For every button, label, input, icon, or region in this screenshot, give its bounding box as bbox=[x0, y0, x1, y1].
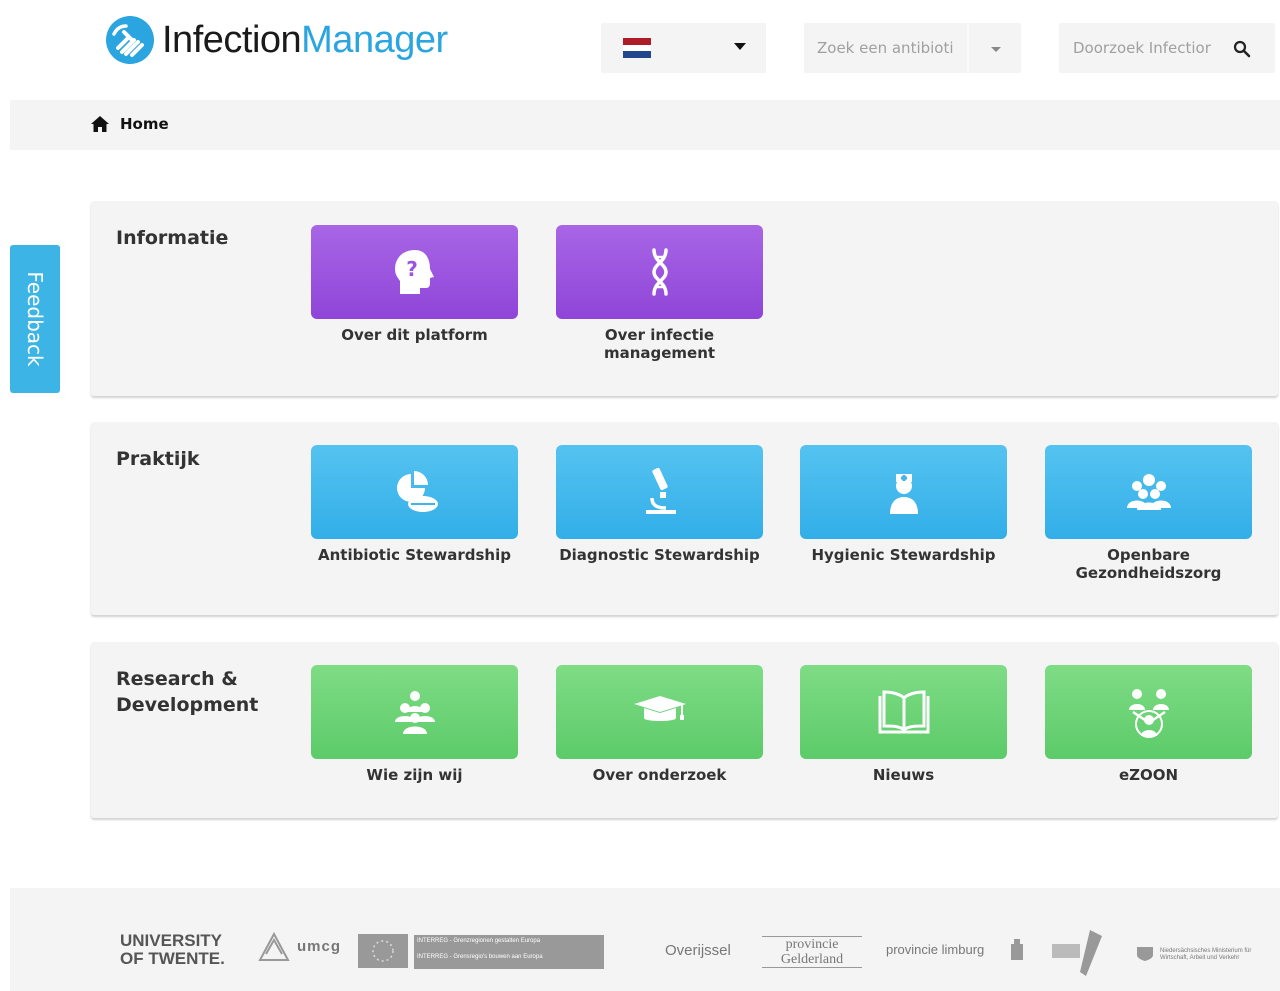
tile-label: Nieuws bbox=[872, 766, 935, 784]
network-icon bbox=[1128, 689, 1169, 738]
tile-label: Openbare Gezondheidszorg bbox=[1075, 546, 1222, 582]
tile-antibiotic-stewardship[interactable]: Antibiotic Stewardship bbox=[311, 445, 518, 564]
header: InfectionManager bbox=[0, 0, 1280, 100]
tile-box bbox=[556, 665, 763, 759]
tile-over-onderzoek[interactable]: Over onderzoek bbox=[556, 665, 763, 784]
tile-label: Over infectie management bbox=[603, 326, 716, 362]
tile-label: Over dit platform bbox=[341, 326, 488, 344]
antibiotic-search bbox=[804, 23, 1021, 73]
tile-box bbox=[556, 225, 763, 319]
tile-box: ? bbox=[311, 225, 518, 319]
eu-flag-icon bbox=[358, 934, 408, 968]
section-praktijk: Praktijk Antibiotic Stewardship Diagnost… bbox=[91, 422, 1278, 615]
search-icon[interactable] bbox=[1233, 40, 1251, 58]
tile-ezoon[interactable]: eZOON bbox=[1045, 665, 1252, 784]
site-search bbox=[1059, 23, 1275, 73]
section-title: Informatie bbox=[116, 227, 229, 249]
sponsor-interreg[interactable]: INTERREG - Grenzregionen gestalten Europ… bbox=[414, 935, 604, 969]
tile-box bbox=[311, 445, 518, 539]
tile-box bbox=[800, 445, 1007, 539]
tile-over-infectie-management[interactable]: Over infectie management bbox=[556, 225, 763, 362]
logo-text-part1: Infection bbox=[162, 18, 302, 61]
section-informatie: Informatie ? Over dit platform Over infe… bbox=[91, 201, 1278, 396]
team-icon bbox=[394, 691, 435, 734]
tile-hygienic-stewardship[interactable]: Hygienic Stewardship bbox=[800, 445, 1007, 564]
graduation-cap-icon bbox=[633, 696, 686, 721]
tile-over-dit-platform[interactable]: ? Over dit platform bbox=[311, 225, 518, 344]
tile-box bbox=[1045, 665, 1252, 759]
tile-label: Over onderzoek bbox=[592, 766, 727, 784]
feedback-button[interactable]: Feedback bbox=[10, 245, 60, 393]
sponsor-niedersachsen-ministry[interactable]: Niedersächsisches Ministerium für Wirtsc… bbox=[1160, 948, 1270, 962]
divider bbox=[967, 23, 969, 73]
tile-box bbox=[1045, 445, 1252, 539]
caret-down-icon[interactable] bbox=[991, 47, 1001, 52]
tile-label: Wie zijn wij bbox=[366, 766, 463, 784]
tile-wie-zijn-wij[interactable]: Wie zijn wij bbox=[311, 665, 518, 784]
hand-logo-icon bbox=[106, 16, 154, 64]
antibiotic-search-input[interactable] bbox=[804, 23, 969, 73]
nurse-icon bbox=[889, 474, 918, 514]
dutch-flag-icon bbox=[623, 38, 651, 58]
tile-openbare-gezondheidszorg[interactable]: Openbare Gezondheidszorg bbox=[1045, 445, 1252, 582]
tile-label: Diagnostic Stewardship bbox=[559, 546, 760, 564]
people-group-icon bbox=[1126, 474, 1171, 510]
tile-diagnostic-stewardship[interactable]: Diagnostic Stewardship bbox=[556, 445, 763, 564]
head-question-icon: ? bbox=[394, 250, 434, 294]
sponsor-umcg[interactable]: umcg bbox=[297, 938, 341, 955]
dna-icon bbox=[651, 248, 668, 296]
umcg-logo-icon bbox=[258, 931, 290, 961]
sponsor-limburg[interactable]: provincie limburg bbox=[886, 942, 984, 957]
language-select[interactable] bbox=[601, 23, 766, 73]
site-search-input[interactable] bbox=[1059, 23, 1224, 73]
feedback-label: Feedback bbox=[23, 271, 47, 367]
section-title: Research & Development bbox=[116, 668, 259, 716]
tile-label: Hygienic Stewardship bbox=[811, 546, 996, 564]
niedersachsen-logo-icon bbox=[1052, 930, 1102, 976]
tile-label: eZOON bbox=[1118, 766, 1179, 784]
logo[interactable]: InfectionManager bbox=[104, 14, 448, 66]
sponsor-overijssel[interactable]: Overijssel bbox=[665, 942, 731, 959]
ministry-crest-icon bbox=[1137, 947, 1153, 961]
pills-icon bbox=[396, 471, 438, 512]
svg-text:?: ? bbox=[406, 257, 418, 281]
microscope-icon bbox=[645, 467, 676, 514]
logo-text-part2: Manager bbox=[301, 18, 448, 61]
limburg-crest-icon bbox=[1011, 939, 1023, 960]
chevron-down-icon bbox=[734, 43, 746, 50]
section-title: Praktijk bbox=[116, 448, 200, 470]
interreg-line-nl: INTERREG - Grensregio's bouwen aan Europ… bbox=[417, 954, 543, 960]
book-open-icon bbox=[878, 690, 929, 734]
tile-box bbox=[556, 445, 763, 539]
breadcrumb: Home bbox=[10, 100, 1280, 150]
tile-box bbox=[311, 665, 518, 759]
sponsor-gelderland[interactable]: provincie Gelderland bbox=[762, 936, 862, 968]
tile-box bbox=[800, 665, 1007, 759]
home-icon[interactable] bbox=[91, 116, 109, 132]
section-research-development: Research & Development Wie zijn wij Over… bbox=[91, 642, 1278, 818]
breadcrumb-home-link[interactable]: Home bbox=[120, 115, 169, 133]
footer-sponsors: UNIVERSITY OF TWENTE. umcg INTERREG - Gr… bbox=[10, 888, 1280, 991]
logo-text: InfectionManager bbox=[162, 19, 448, 62]
sponsor-university-of-twente[interactable]: UNIVERSITY OF TWENTE. bbox=[120, 932, 240, 968]
interreg-line-de: INTERREG - Grenzregionen gestalten Europ… bbox=[417, 938, 541, 944]
tile-nieuws[interactable]: Nieuws bbox=[800, 665, 1007, 784]
tile-label: Antibiotic Stewardship bbox=[318, 546, 511, 564]
